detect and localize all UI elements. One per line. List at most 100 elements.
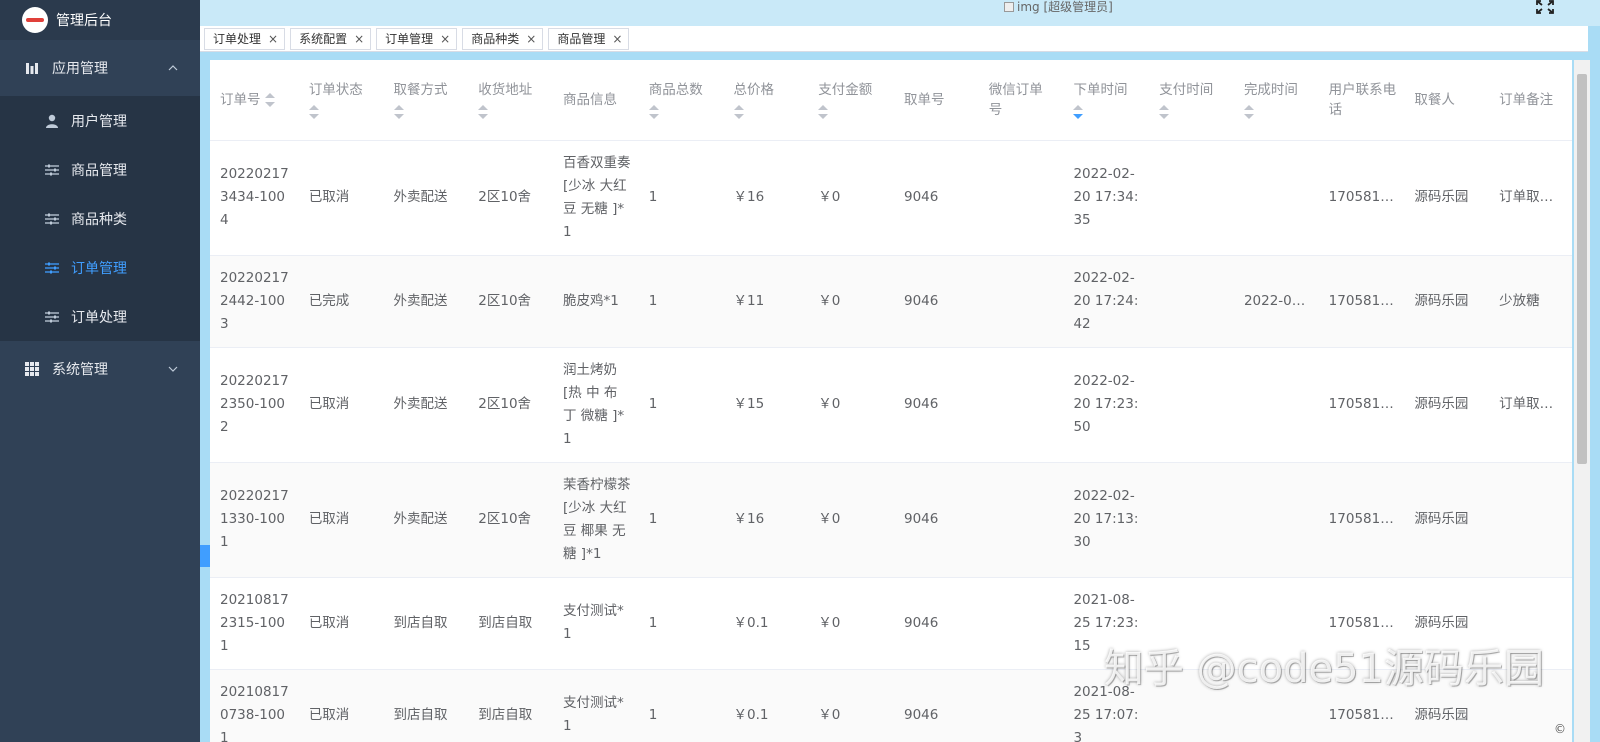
column-header-address[interactable]: 收货地址 (468, 60, 554, 141)
user-info[interactable]: img [超级管理员] (1004, 0, 1113, 14)
menu-group-label: 应用管理 (52, 61, 108, 77)
vertical-scrollbar[interactable] (1574, 60, 1590, 742)
address-cell: 到店自取 (468, 577, 554, 670)
order-no-cell: 202202172350-1002 (210, 347, 299, 463)
tag-label: 商品种类 (471, 32, 520, 46)
column-header-total-price[interactable]: 总价格 (723, 60, 809, 141)
table-row[interactable]: 202202172442-1003 已完成 外卖配送 2区10舍 脆皮鸡*1 1… (210, 255, 1572, 348)
recipient-cell: 源码乐园 (1404, 347, 1490, 463)
order-no-cell: 202202172442-1003 (210, 255, 299, 348)
table-header-row: 订单号 订单状态 取餐方式 收货地址 商品信息 商品总数 总价格 支付金额 取单… (210, 60, 1572, 141)
menu-group-app[interactable]: 应用管理 (0, 40, 200, 96)
tag-product-category[interactable]: 商品种类 × (462, 27, 544, 50)
status-cell: 已取消 (298, 347, 384, 463)
tag-label: 商品管理 (557, 32, 606, 46)
tag-product-management[interactable]: 商品管理 × (548, 27, 630, 50)
pickup-no-cell: 9046 (893, 347, 979, 463)
address-cell: 到店自取 (468, 669, 554, 742)
column-header-label: 用户联系电话 (1328, 81, 1397, 118)
column-header-label: 取餐方式 (393, 81, 448, 98)
sort-icon[interactable] (1159, 104, 1170, 120)
table-row[interactable]: 202202173434-1004 已取消 外卖配送 2区10舍 百香双重奏[少… (210, 140, 1572, 256)
status-cell: 已取消 (298, 140, 384, 256)
close-icon[interactable]: × (268, 32, 278, 46)
tag-order-management[interactable]: 订单管理 × (376, 27, 458, 50)
column-header-phone: 用户联系电话 (1318, 60, 1405, 141)
sidebar-item-categories[interactable]: 商品种类 (0, 194, 200, 243)
phone-cell: 170581… (1318, 140, 1405, 256)
sort-icon[interactable] (1243, 104, 1254, 120)
wechat-order-no-cell (978, 347, 1064, 463)
broken-image-icon (1004, 2, 1014, 12)
close-icon[interactable]: × (354, 32, 364, 46)
avatar-alt-text: img (1017, 0, 1040, 14)
phone-cell: 170581… (1318, 255, 1405, 348)
column-header-label: 商品总数 (648, 81, 703, 98)
paid-amount-cell: ￥0 (808, 669, 894, 742)
goods-count-cell: 1 (638, 255, 724, 348)
sort-icon[interactable] (733, 104, 744, 120)
close-icon[interactable]: × (612, 32, 622, 46)
sort-icon[interactable] (393, 104, 404, 120)
table-row[interactable]: 202202172350-1002 已取消 外卖配送 2区10舍 润土烤奶[热 … (210, 347, 1572, 463)
total-price-cell: ￥11 (723, 255, 809, 348)
column-header-goods-count[interactable]: 商品总数 (638, 60, 724, 141)
column-header-pay-time[interactable]: 支付时间 (1149, 60, 1234, 141)
pay-time-cell (1149, 347, 1234, 463)
sort-icon[interactable] (264, 92, 275, 108)
table-row[interactable]: 202202171330-1001 已取消 外卖配送 2区10舍 茉香柠檬茶[少… (210, 462, 1572, 578)
order-no-cell: 202202173434-1004 (210, 140, 299, 256)
total-price-cell: ￥15 (723, 347, 809, 463)
sidebar-item-products[interactable]: 商品管理 (0, 145, 200, 194)
column-header-label: 取餐人 (1414, 91, 1455, 108)
scrollbar-thumb[interactable] (1577, 74, 1587, 464)
tag-order-processing[interactable]: 订单处理 × (204, 27, 286, 50)
sidebar-item-orders[interactable]: 订单管理 (0, 243, 200, 292)
sort-icon[interactable] (818, 104, 829, 120)
pickup-no-cell: 9046 (893, 140, 979, 256)
total-price-cell: ￥0.1 (723, 669, 809, 742)
address-cell: 2区10舍 (468, 347, 554, 463)
column-header-label: 总价格 (733, 81, 775, 98)
menu-group-system[interactable]: 系统管理 (0, 341, 200, 397)
goods-count-cell: 1 (638, 462, 724, 578)
finish-time-cell (1233, 140, 1319, 256)
finish-time-cell (1233, 462, 1319, 578)
sort-icon[interactable] (478, 104, 489, 120)
sort-desc-icon[interactable] (1073, 104, 1084, 120)
tag-system-config[interactable]: 系统配置 × (290, 27, 372, 50)
paid-amount-cell: ￥0 (808, 255, 894, 348)
order-no-cell: 202202171330-1001 (210, 462, 299, 578)
tag-label: 系统配置 (299, 32, 348, 46)
column-header-label: 订单号 (220, 91, 261, 108)
submenu-app: 用户管理 商品管理 商品种类 订单管理 订单处理 (0, 96, 200, 341)
column-header-pickup-no: 取单号 (893, 60, 979, 141)
sidebar-item-label: 用户管理 (71, 113, 127, 130)
menu-group-label: 系统管理 (52, 362, 108, 378)
column-header-finish-time[interactable]: 完成时间 (1233, 60, 1319, 141)
fullscreen-icon[interactable] (1536, 0, 1554, 14)
sidebar-item-order-processing[interactable]: 订单处理 (0, 292, 200, 341)
goods-count-cell: 1 (638, 347, 724, 463)
sort-icon[interactable] (648, 104, 659, 120)
column-header-order-no[interactable]: 订单号 (210, 60, 299, 141)
column-header-paid-amount[interactable]: 支付金额 (808, 60, 894, 141)
sidebar-item-users[interactable]: 用户管理 (0, 96, 200, 145)
pay-time-cell (1149, 462, 1234, 578)
column-header-pickup-method[interactable]: 取餐方式 (383, 60, 469, 141)
goods-info-cell: 茉香柠檬茶[少冰 大红豆 椰果 无糖 ]*1 (553, 462, 639, 578)
address-cell: 2区10舍 (468, 462, 554, 578)
close-icon[interactable]: × (440, 32, 450, 46)
close-icon[interactable]: × (526, 32, 536, 46)
top-navbar: img [超级管理员] (200, 0, 1600, 26)
grid-icon (24, 361, 40, 377)
column-header-status[interactable]: 订单状态 (298, 60, 384, 141)
pickup-no-cell: 9046 (893, 255, 979, 348)
pickup-method-cell: 外卖配送 (383, 140, 469, 256)
status-cell: 已取消 (298, 577, 384, 670)
remark-cell (1489, 462, 1572, 578)
order-no-cell: 202108170738-1001 (210, 669, 299, 742)
column-header-order-time[interactable]: 下单时间 (1063, 60, 1150, 141)
goods-count-cell: 1 (638, 140, 724, 256)
sort-icon[interactable] (308, 104, 319, 120)
